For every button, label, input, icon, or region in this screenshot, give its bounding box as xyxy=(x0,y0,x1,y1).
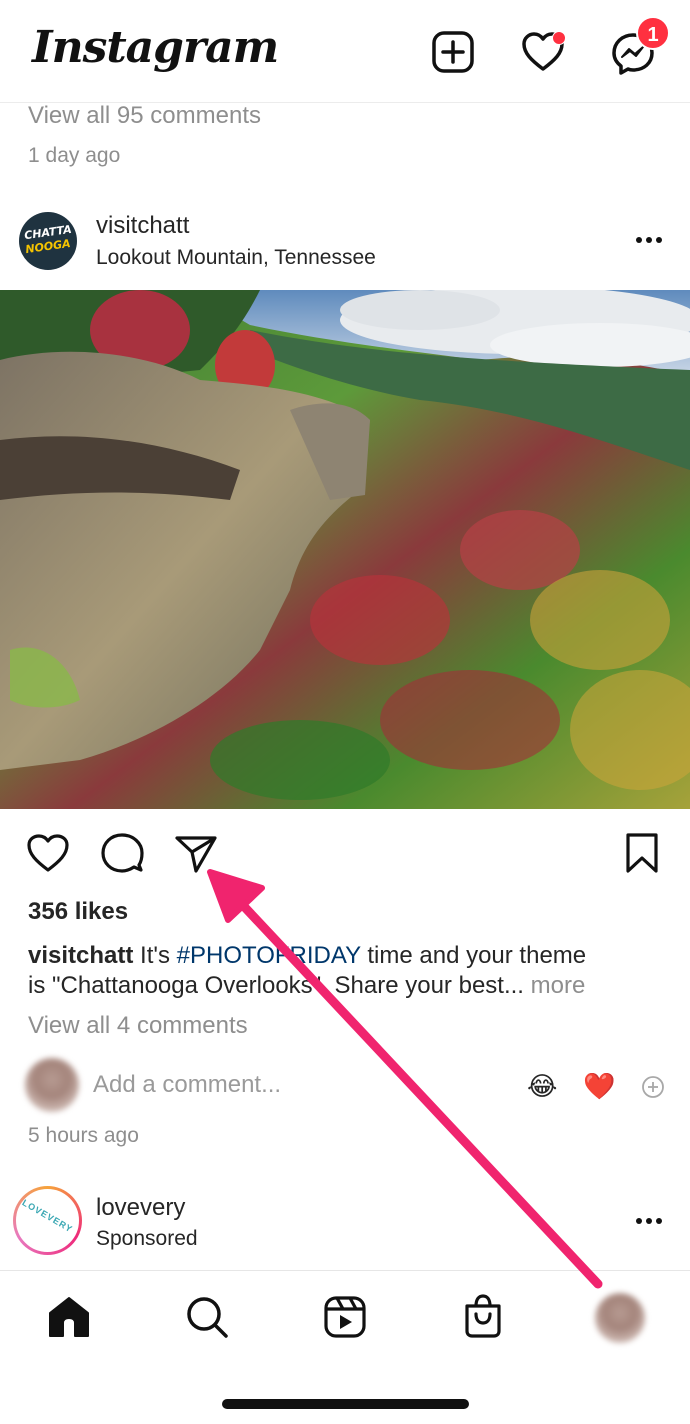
home-icon[interactable] xyxy=(47,1295,91,1339)
like-heart-icon[interactable] xyxy=(26,833,70,873)
profile-avatar[interactable] xyxy=(595,1293,645,1343)
share-send-icon[interactable] xyxy=(174,834,218,874)
caption-more-link[interactable]: more xyxy=(531,972,586,999)
caption-line-2: is "Chattanooga Overlooks". Share your b… xyxy=(28,972,524,999)
messenger-badge: 1 xyxy=(636,16,670,50)
current-user-avatar xyxy=(25,1058,79,1112)
post-location[interactable]: Lookout Mountain, Tennessee xyxy=(96,246,376,270)
post-photo[interactable] xyxy=(0,290,690,809)
search-icon[interactable] xyxy=(185,1295,229,1339)
create-post-icon[interactable] xyxy=(431,30,475,74)
sponsored-label: Sponsored xyxy=(96,1227,198,1250)
more-options-icon[interactable] xyxy=(634,1213,664,1229)
lovevery-avatar: LOVEVERY xyxy=(16,1189,79,1252)
caption-text-end: time and your theme xyxy=(367,942,587,969)
post-username[interactable]: visitchatt xyxy=(96,212,189,240)
lovevery-avatar-ring[interactable]: LOVEVERY xyxy=(13,1186,82,1255)
caption: visitchatt It's #PHOTOFRIDAY time and yo… xyxy=(28,941,668,1001)
shop-icon[interactable] xyxy=(461,1293,505,1339)
save-bookmark-icon[interactable] xyxy=(624,832,660,874)
post-timestamp: 5 hours ago xyxy=(28,1124,139,1147)
reels-icon[interactable] xyxy=(323,1295,367,1339)
caption-text-start: It's xyxy=(140,942,170,969)
post-timestamp: 1 day ago xyxy=(28,144,121,167)
add-comment-input[interactable]: Add a comment... xyxy=(93,1071,281,1099)
mountain-landscape-image xyxy=(0,290,690,809)
laugh-emoji-button[interactable]: 😂 xyxy=(527,1071,557,1101)
visitchatt-avatar[interactable]: CHATTA NOOGA xyxy=(19,212,77,270)
instagram-logo[interactable]: Instagram xyxy=(32,22,279,73)
more-options-icon[interactable] xyxy=(634,232,664,248)
view-all-comments-link[interactable]: View all 4 comments xyxy=(28,1012,248,1040)
view-all-comments-link[interactable]: View all 95 comments xyxy=(28,102,261,130)
likes-count[interactable]: 356 likes xyxy=(28,898,128,926)
caption-username[interactable]: visitchatt xyxy=(28,942,133,969)
heart-emoji-button[interactable]: ❤️ xyxy=(583,1071,615,1101)
lovevery-avatar-text: LOVEVERY xyxy=(20,1197,75,1235)
home-indicator xyxy=(222,1399,469,1409)
notifications-heart-icon[interactable] xyxy=(521,30,565,74)
sponsored-username[interactable]: lovevery xyxy=(96,1194,185,1222)
add-emoji-plus-icon[interactable] xyxy=(641,1075,665,1099)
comment-icon[interactable] xyxy=(100,832,144,874)
caption-hashtag[interactable]: #PHOTOFRIDAY xyxy=(177,942,361,969)
top-bar: Instagram 1 xyxy=(0,0,690,103)
